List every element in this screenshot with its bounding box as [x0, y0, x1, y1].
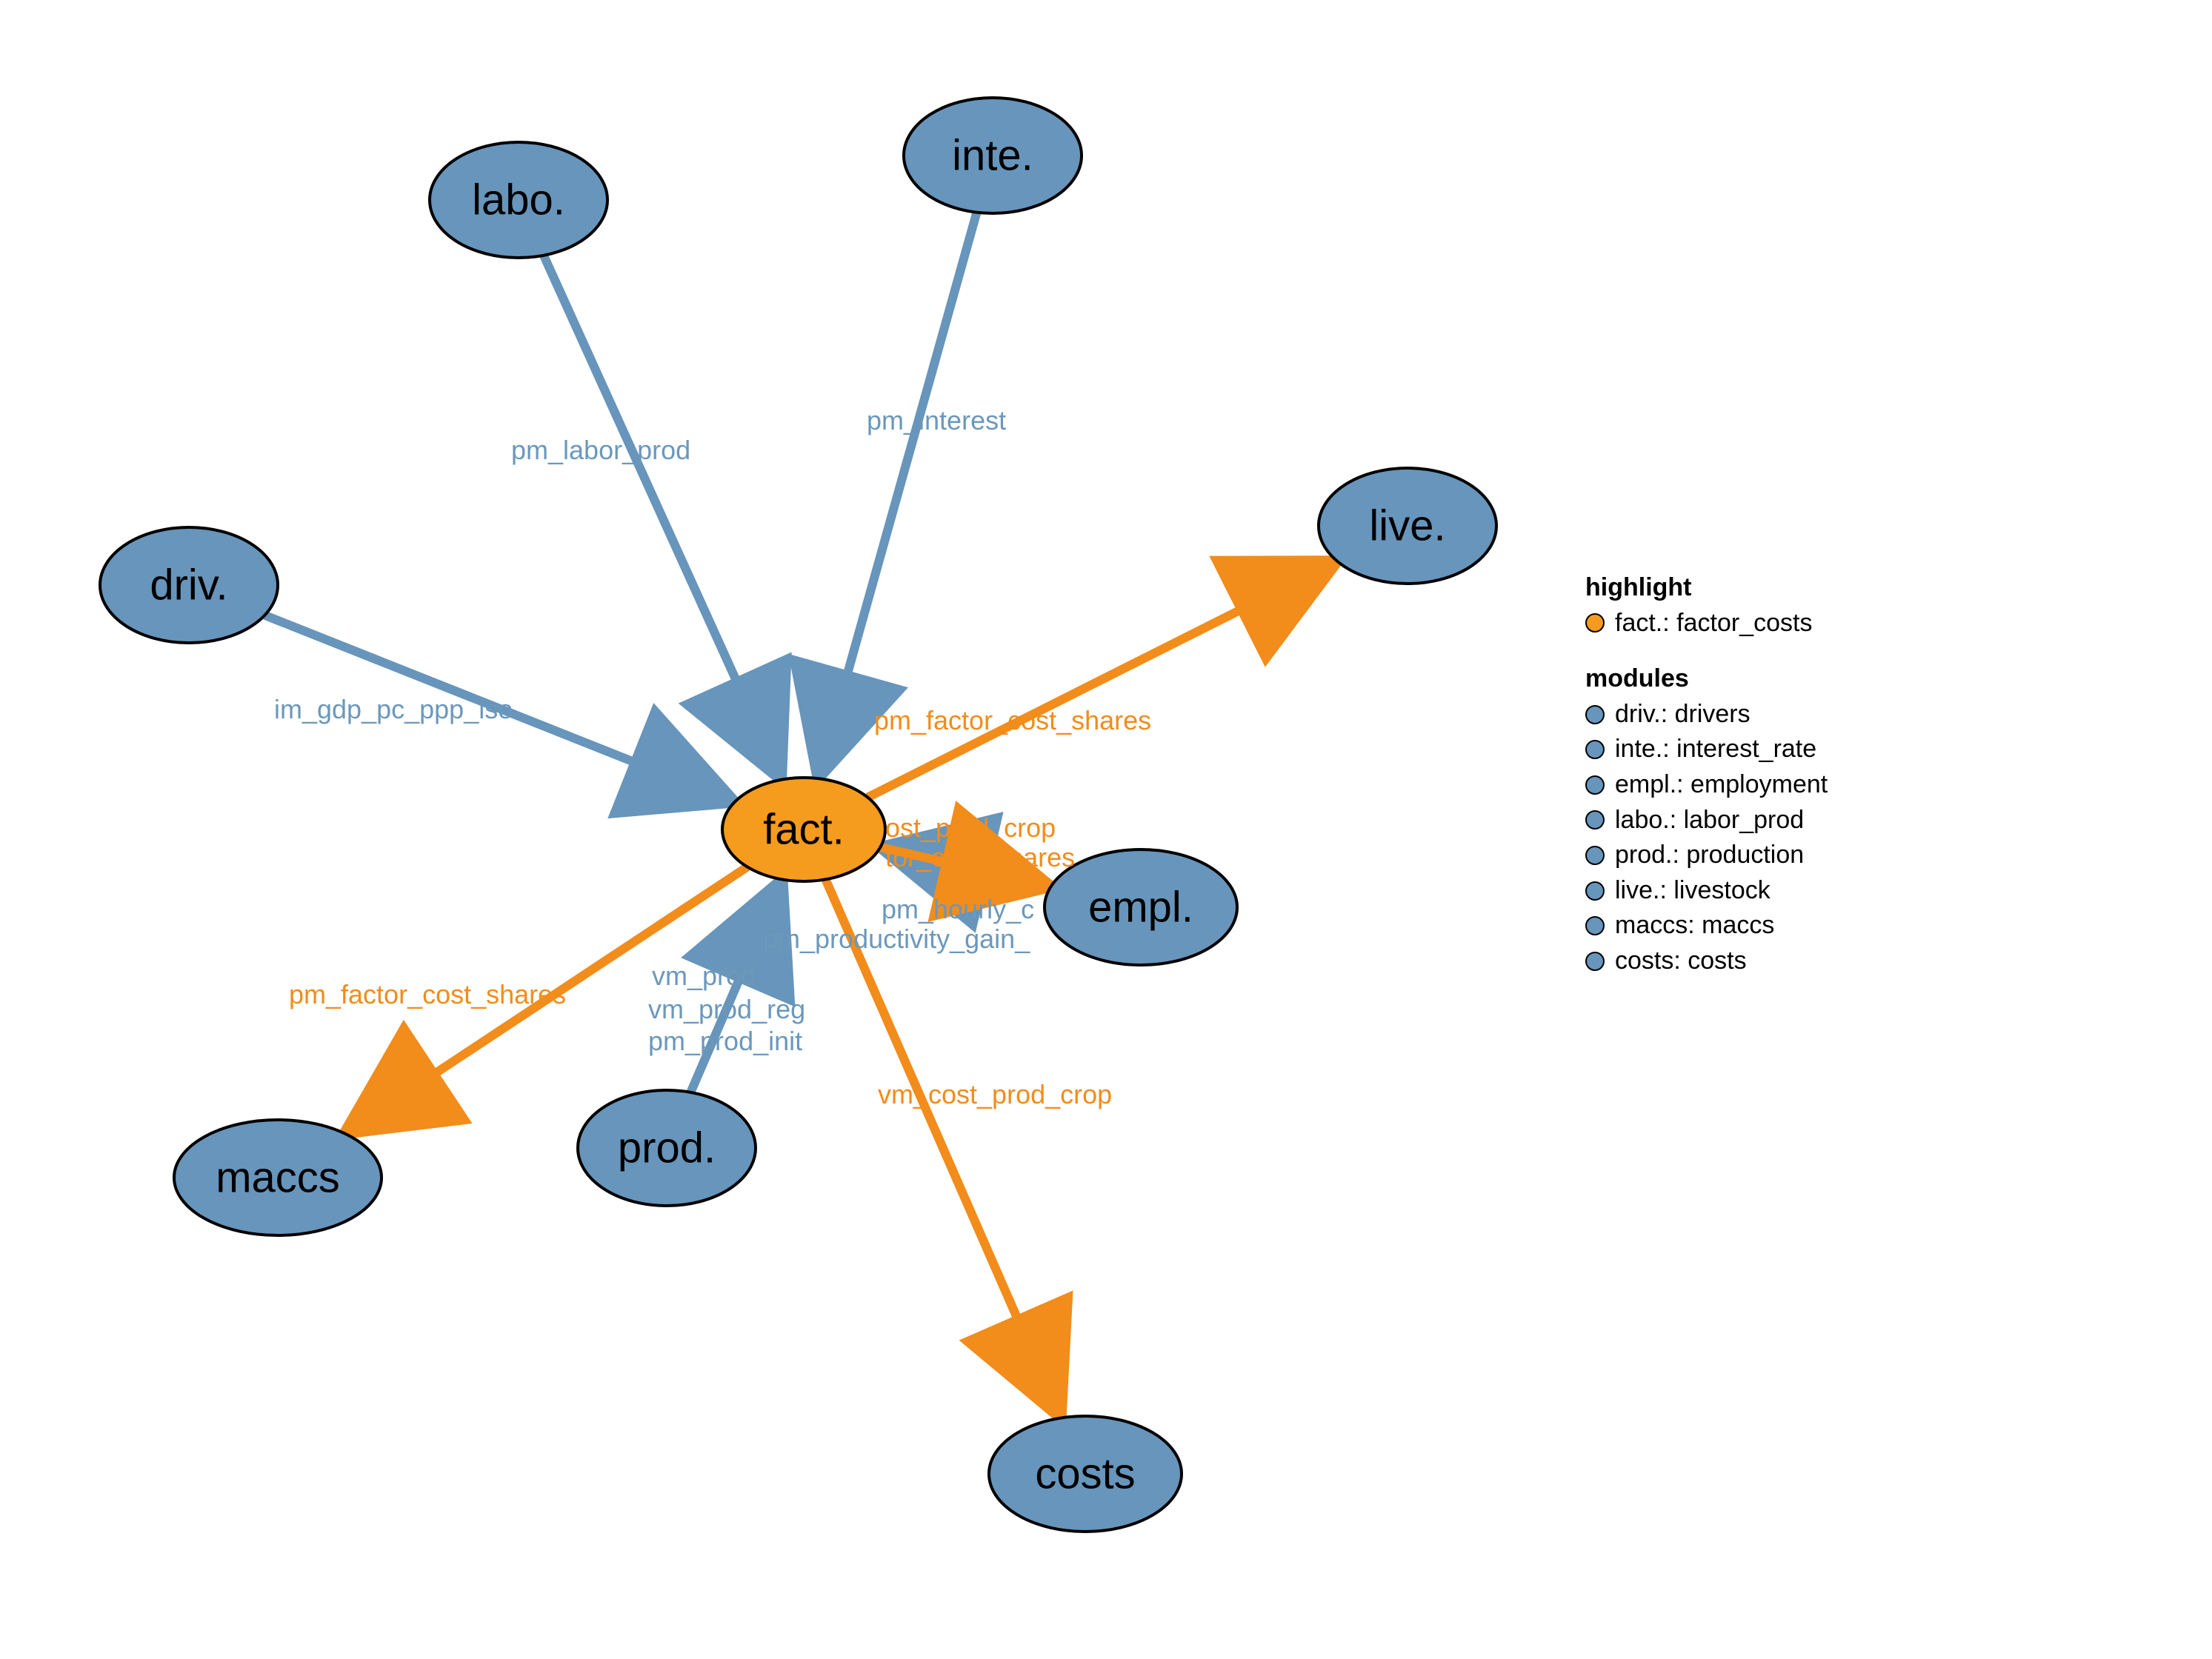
- legend-dot: [1585, 810, 1605, 830]
- edge-label-vm_cost_prod_crop: vm_cost_prod_crop: [878, 1079, 1112, 1109]
- edge-label-tor_cost_shares: tor_cost_shares: [885, 842, 1075, 872]
- legend-item: maccs: maccs: [1585, 908, 1828, 944]
- legend-modules-title: modules: [1585, 661, 1828, 697]
- edge-fact-costs: [825, 879, 1061, 1418]
- legend-dot: [1585, 846, 1605, 865]
- legend-label: empl.: employment: [1615, 767, 1828, 803]
- node-inte: inte.: [904, 98, 1082, 213]
- legend-item: fact.: factor_costs: [1585, 606, 1828, 641]
- legend-dot: [1585, 775, 1605, 795]
- legend-label: inte.: interest_rate: [1615, 732, 1816, 767]
- legend-dot: [1585, 740, 1605, 759]
- legend-dot: [1585, 613, 1605, 632]
- dependency-graph: fact. labo. inte. driv. live. empl. prod. maccs…: [0, 0, 2212, 1659]
- legend-item: costs: costs: [1585, 944, 1828, 979]
- edge-label-pm_hourly_c: pm_hourly_c: [882, 894, 1034, 924]
- edge-label-pm_interest: pm_interest: [867, 405, 1006, 435]
- legend-dot: [1585, 705, 1605, 724]
- legend-item: empl.: employment: [1585, 767, 1828, 803]
- node-fact-label: fact.: [763, 806, 845, 854]
- node-live-label: live.: [1369, 502, 1445, 550]
- legend: highlight fact.: factor_costs modules dr…: [1585, 570, 1828, 979]
- edge-labo-fact: [544, 256, 782, 780]
- legend-item: live.: livestock: [1585, 873, 1828, 909]
- node-prod-label: prod.: [618, 1124, 716, 1172]
- legend-item: driv.: drivers: [1585, 697, 1828, 732]
- edge-label-vm_prod: vm_prod: [652, 961, 756, 991]
- node-live: live.: [1319, 468, 1496, 584]
- node-empl-label: empl.: [1088, 884, 1193, 932]
- legend-item: labo.: labor_prod: [1585, 803, 1828, 838]
- edge-label-pm_labor_prod: pm_labor_prod: [511, 435, 690, 465]
- node-driv: driv.: [100, 527, 278, 643]
- legend-label: prod.: production: [1615, 838, 1804, 873]
- edge-label-pm_factor_cost_shares: pm_factor_cost_shares: [289, 979, 566, 1009]
- node-maccs: maccs: [174, 1120, 382, 1235]
- edge-label-pm_prod_init: pm_prod_init: [648, 1026, 802, 1056]
- node-driv-label: driv.: [150, 561, 227, 610]
- legend-label: labo.: labor_prod: [1615, 803, 1804, 838]
- edge-label-ost_prod_crop: ost_prod_crop: [885, 812, 1056, 843]
- legend-item: inte.: interest_rate: [1585, 732, 1828, 767]
- legend-dot: [1585, 916, 1605, 935]
- node-fact: fact.: [722, 778, 885, 881]
- node-costs-label: costs: [1035, 1450, 1135, 1498]
- legend-highlight-title: highlight: [1585, 570, 1828, 606]
- legend-label: driv.: drivers: [1615, 697, 1750, 732]
- legend-label: fact.: factor_costs: [1615, 606, 1812, 641]
- edge-label-pm_factor_cost_shares: pm_factor_cost_shares: [874, 705, 1151, 735]
- node-labo: labo.: [430, 142, 607, 258]
- node-maccs-label: maccs: [216, 1154, 340, 1202]
- node-labo-label: labo.: [472, 176, 565, 224]
- legend-dot: [1585, 952, 1605, 971]
- node-prod: prod.: [578, 1090, 756, 1206]
- edge-label-vm_prod_reg: vm_prod_reg: [648, 994, 805, 1024]
- legend-item: prod.: production: [1585, 838, 1828, 873]
- node-inte-label: inte.: [952, 132, 1033, 180]
- edge-inte-fact: [818, 213, 976, 778]
- edge-label-im_gdp_pc_ppp_iso: im_gdp_pc_ppp_iso: [274, 694, 513, 724]
- edge-fact-live: [867, 561, 1337, 798]
- node-costs: costs: [989, 1416, 1182, 1532]
- edge-label-pm_productivity_gain_: pm_productivity_gain_: [763, 924, 1030, 954]
- legend-label: live.: livestock: [1615, 873, 1770, 909]
- legend-label: costs: costs: [1615, 944, 1747, 979]
- legend-label: maccs: maccs: [1615, 908, 1774, 944]
- legend-dot: [1585, 881, 1605, 901]
